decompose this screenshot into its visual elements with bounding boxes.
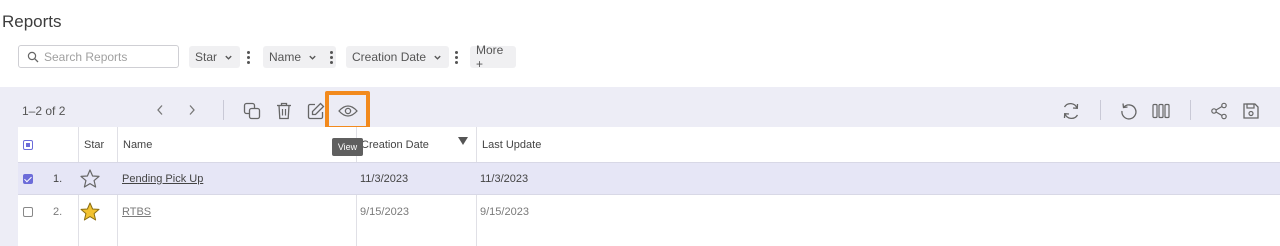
undo-button[interactable]	[1118, 100, 1140, 122]
undo-icon	[1121, 103, 1137, 120]
table-header-row: Star Name Creation Date Last Update	[18, 127, 1280, 162]
report-name-link[interactable]: Pending Pick Up	[122, 163, 203, 194]
columns-icon	[1152, 103, 1170, 119]
column-header-star[interactable]: Star	[84, 127, 104, 162]
edit-button[interactable]	[306, 101, 326, 121]
row-index: 1.	[53, 172, 63, 185]
page-title: Reports	[2, 12, 62, 31]
filter-creation-date-label: Creation Date	[352, 50, 427, 64]
row-checkbox[interactable]	[23, 173, 33, 184]
view-button[interactable]	[336, 101, 360, 121]
last-update-cell: 11/3/2023	[480, 172, 529, 185]
trash-icon	[277, 102, 291, 120]
save-icon	[1243, 103, 1259, 119]
view-tooltip: View	[332, 138, 363, 156]
sort-descending-icon[interactable]	[458, 123, 468, 158]
reports-table: Star Name Creation Date Last Update 1. P…	[18, 127, 1280, 246]
edit-icon	[307, 102, 325, 120]
save-button[interactable]	[1240, 100, 1262, 122]
column-header-last-update[interactable]: Last Update	[482, 127, 541, 162]
search-icon	[27, 51, 39, 62]
filter-star-menu-icon[interactable]	[243, 46, 253, 68]
row-select-cell	[23, 163, 33, 194]
row-select-cell	[23, 195, 33, 228]
more-filters-button[interactable]: More +	[470, 43, 516, 71]
row-checkbox[interactable]	[23, 206, 33, 217]
star-toggle[interactable]	[80, 163, 100, 194]
prev-page-button[interactable]	[153, 102, 167, 118]
copy-icon	[243, 102, 261, 120]
select-all-checkbox[interactable]	[23, 139, 33, 150]
share-button[interactable]	[1208, 100, 1230, 122]
share-icon	[1211, 102, 1227, 120]
filter-creation-date[interactable]: Creation Date	[346, 46, 449, 68]
pagination-count: 1–2 of 2	[22, 104, 66, 118]
filter-star[interactable]: Star	[189, 46, 240, 68]
table-row[interactable]: 2. RTBS 9/15/2023 9/15/2023	[18, 195, 1280, 228]
search-input[interactable]	[44, 49, 164, 64]
next-page-button[interactable]	[185, 102, 199, 118]
chevron-right-icon	[189, 105, 195, 115]
eye-icon	[338, 105, 358, 117]
chevron-left-icon	[157, 105, 163, 115]
chevron-down-icon	[434, 55, 441, 60]
star-filled-icon	[80, 202, 100, 221]
refresh-icon	[1063, 102, 1079, 120]
chevron-down-icon	[309, 55, 316, 60]
refresh-button[interactable]	[1060, 100, 1082, 122]
chevron-down-icon	[225, 55, 232, 60]
star-toggle[interactable]	[80, 195, 100, 228]
toolbar-separator	[1190, 100, 1191, 120]
filter-star-label: Star	[195, 50, 218, 64]
columns-button[interactable]	[1150, 100, 1172, 122]
search-box[interactable]	[18, 45, 179, 68]
creation-date-cell: 11/3/2023	[360, 172, 409, 185]
copy-button[interactable]	[242, 101, 262, 121]
table-row[interactable]: 1. Pending Pick Up 11/3/2023 11/3/2023	[18, 162, 1280, 195]
column-header-name[interactable]: Name	[123, 127, 152, 162]
last-update-cell: 9/15/2023	[480, 205, 529, 218]
select-all-cell	[23, 127, 33, 162]
delete-button[interactable]	[274, 101, 294, 121]
toolbar-separator	[223, 100, 224, 120]
filter-name-menu-icon[interactable]	[326, 46, 336, 68]
row-index: 2.	[53, 205, 63, 218]
creation-date-cell: 9/15/2023	[360, 205, 409, 218]
toolbar-separator	[1100, 100, 1101, 120]
report-name-link[interactable]: RTBS	[122, 195, 151, 228]
column-header-creation-date[interactable]: Creation Date	[361, 127, 429, 162]
filter-creation-date-menu-icon[interactable]	[451, 46, 461, 68]
filter-name-label: Name	[269, 50, 302, 64]
star-outline-icon	[80, 169, 100, 188]
